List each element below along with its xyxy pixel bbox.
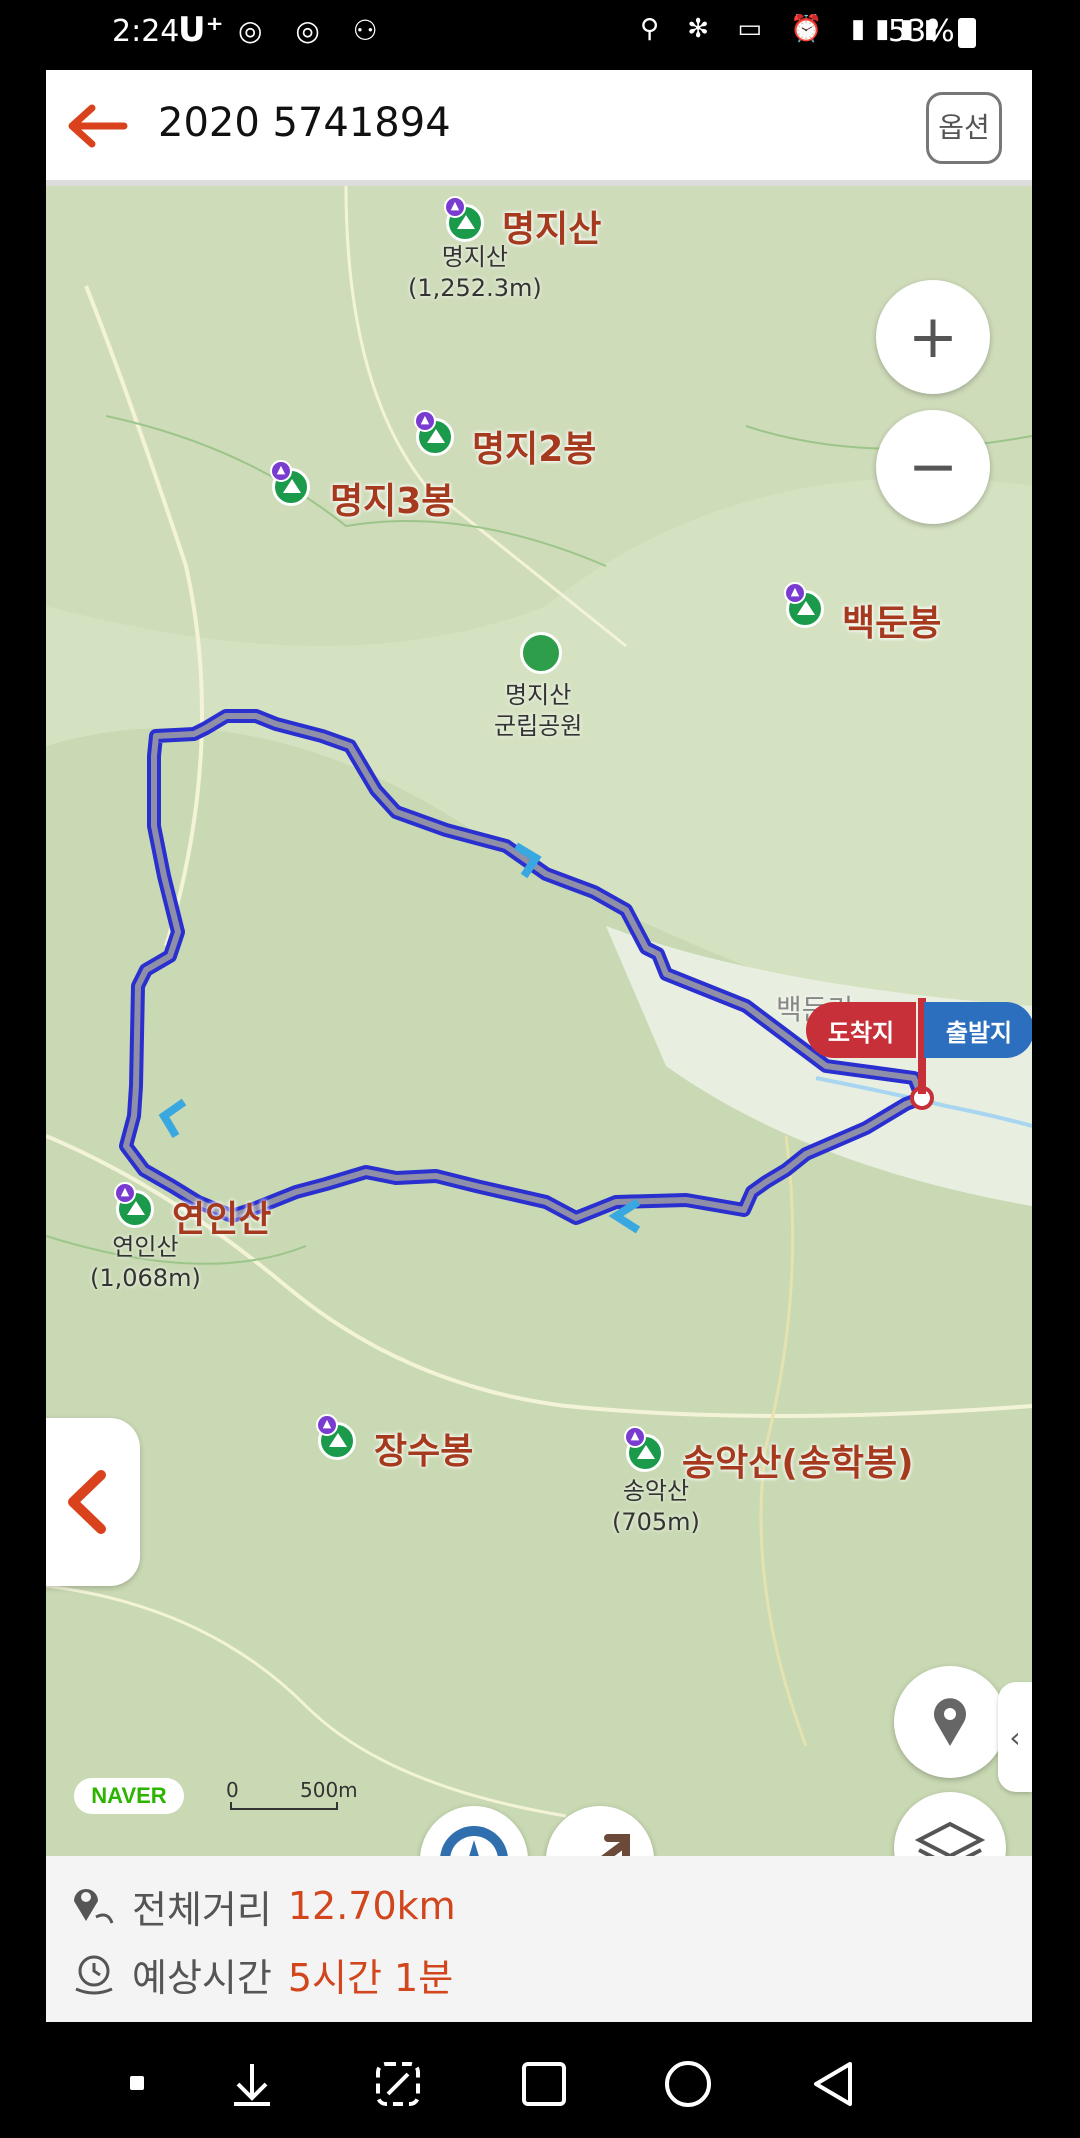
peak-badge-icon: ▲ — [624, 1426, 646, 1448]
layers-icon — [915, 1821, 985, 1856]
location-pin-icon — [934, 1698, 966, 1746]
route-info-panel: 전체거리 12.70km 예상시간 5시간 1분 — [46, 1856, 1032, 2022]
peak-badge-icon: ▲ — [114, 1182, 136, 1204]
screenshot-edit-icon[interactable] — [372, 2058, 424, 2110]
download-arrow-icon[interactable] — [226, 2058, 278, 2110]
chevron-left-icon — [68, 1470, 106, 1534]
back-button[interactable] — [62, 100, 132, 152]
distance-label: 전체거리 — [132, 1887, 272, 1932]
peak-badge-icon: ▲ — [270, 460, 292, 482]
scale-distance: 500m — [300, 1778, 358, 1802]
app-window: 2020 5741894 옵션 ▲ 명지산 명지산 (1,252.3m) ▲ 명… — [46, 70, 1032, 2022]
peak-sublabel-yeoninsan: 연인산 (1,068m) — [90, 1233, 201, 1293]
my-location-button[interactable] — [894, 1666, 1006, 1778]
peak-label-baekdunbong[interactable]: 백둔봉 — [842, 594, 941, 646]
peak-badge-icon: ▲ — [414, 410, 436, 432]
options-button[interactable]: 옵션 — [926, 92, 1002, 164]
peak-sublabel-myeongjisan: 명지산 (1,252.3m) — [408, 243, 542, 303]
header: 2020 5741894 옵션 — [46, 70, 1032, 186]
peak-label-myeongji3bong[interactable]: 명지3봉 — [330, 472, 454, 524]
page-title: 2020 5741894 — [158, 100, 451, 146]
peak-label-songaksan[interactable]: 송악산(송학봉) — [682, 1434, 914, 1486]
back-arrow-icon — [68, 104, 128, 148]
recent-apps-icon[interactable] — [518, 2058, 570, 2110]
chevron-left-icon: ‹ — [1009, 1720, 1021, 1754]
notification-icons: ◎ ◎ ⚇ — [238, 14, 390, 47]
carrier-label: U⁺ — [178, 10, 224, 50]
distance-value: 12.70km — [287, 1884, 456, 1928]
scale-bar — [230, 1802, 338, 1810]
elevation-icon — [601, 1834, 630, 1856]
distance-row: 전체거리 12.70km — [68, 1878, 456, 1934]
zoom-in-button[interactable]: + — [876, 280, 990, 394]
naver-logo: NAVER — [74, 1778, 184, 1814]
peak-label-jangsubong[interactable]: 장수봉 — [374, 1422, 473, 1474]
peak-badge-icon: ▲ — [444, 196, 466, 218]
park-icon[interactable] — [520, 632, 562, 674]
map-scale: 0 500m — [226, 1778, 358, 1810]
battery-percent: 53% — [888, 14, 955, 49]
zoom-out-button[interactable]: − — [876, 410, 990, 524]
dot-icon[interactable] — [124, 2058, 154, 2110]
peak-badge-icon: ▲ — [316, 1414, 338, 1436]
estimated-time-icon — [75, 1955, 113, 1995]
peak-sublabel-songaksan: 송악산 (705m) — [612, 1477, 700, 1537]
scale-zero: 0 — [226, 1778, 239, 1802]
side-panel-toggle[interactable] — [46, 1418, 140, 1586]
map-view[interactable]: ▲ 명지산 명지산 (1,252.3m) ▲ 명지2봉 ▲ 명지3봉 ▲ 백둔봉… — [46, 186, 1032, 1856]
time-value: 5시간 1분 — [287, 1955, 454, 2000]
peak-badge-icon: ▲ — [784, 582, 806, 604]
home-icon[interactable] — [662, 2058, 714, 2110]
system-nav-bar — [0, 2022, 1080, 2138]
start-flag[interactable]: 출발지 — [924, 1002, 1032, 1058]
right-drawer-toggle[interactable]: ‹ — [998, 1682, 1032, 1792]
battery-icon — [958, 18, 976, 48]
status-bar: 2:24 U⁺ ◎ ◎ ⚇ ⚲ ✻ ▭ ⏰ ▮▮▮▮ 53% — [0, 0, 1080, 70]
park-label: 명지산 군립공원 — [494, 681, 583, 741]
status-time: 2:24 — [112, 14, 180, 49]
time-row: 예상시간 5시간 1분 — [68, 1946, 453, 2002]
back-nav-icon[interactable] — [808, 2058, 860, 2110]
compass-icon — [440, 1826, 508, 1856]
arrival-flag[interactable]: 도착지 — [806, 1002, 916, 1058]
route-distance-icon — [74, 1889, 114, 1924]
time-label: 예상시간 — [132, 1955, 272, 2000]
peak-label-myeongji2bong[interactable]: 명지2봉 — [472, 420, 596, 472]
